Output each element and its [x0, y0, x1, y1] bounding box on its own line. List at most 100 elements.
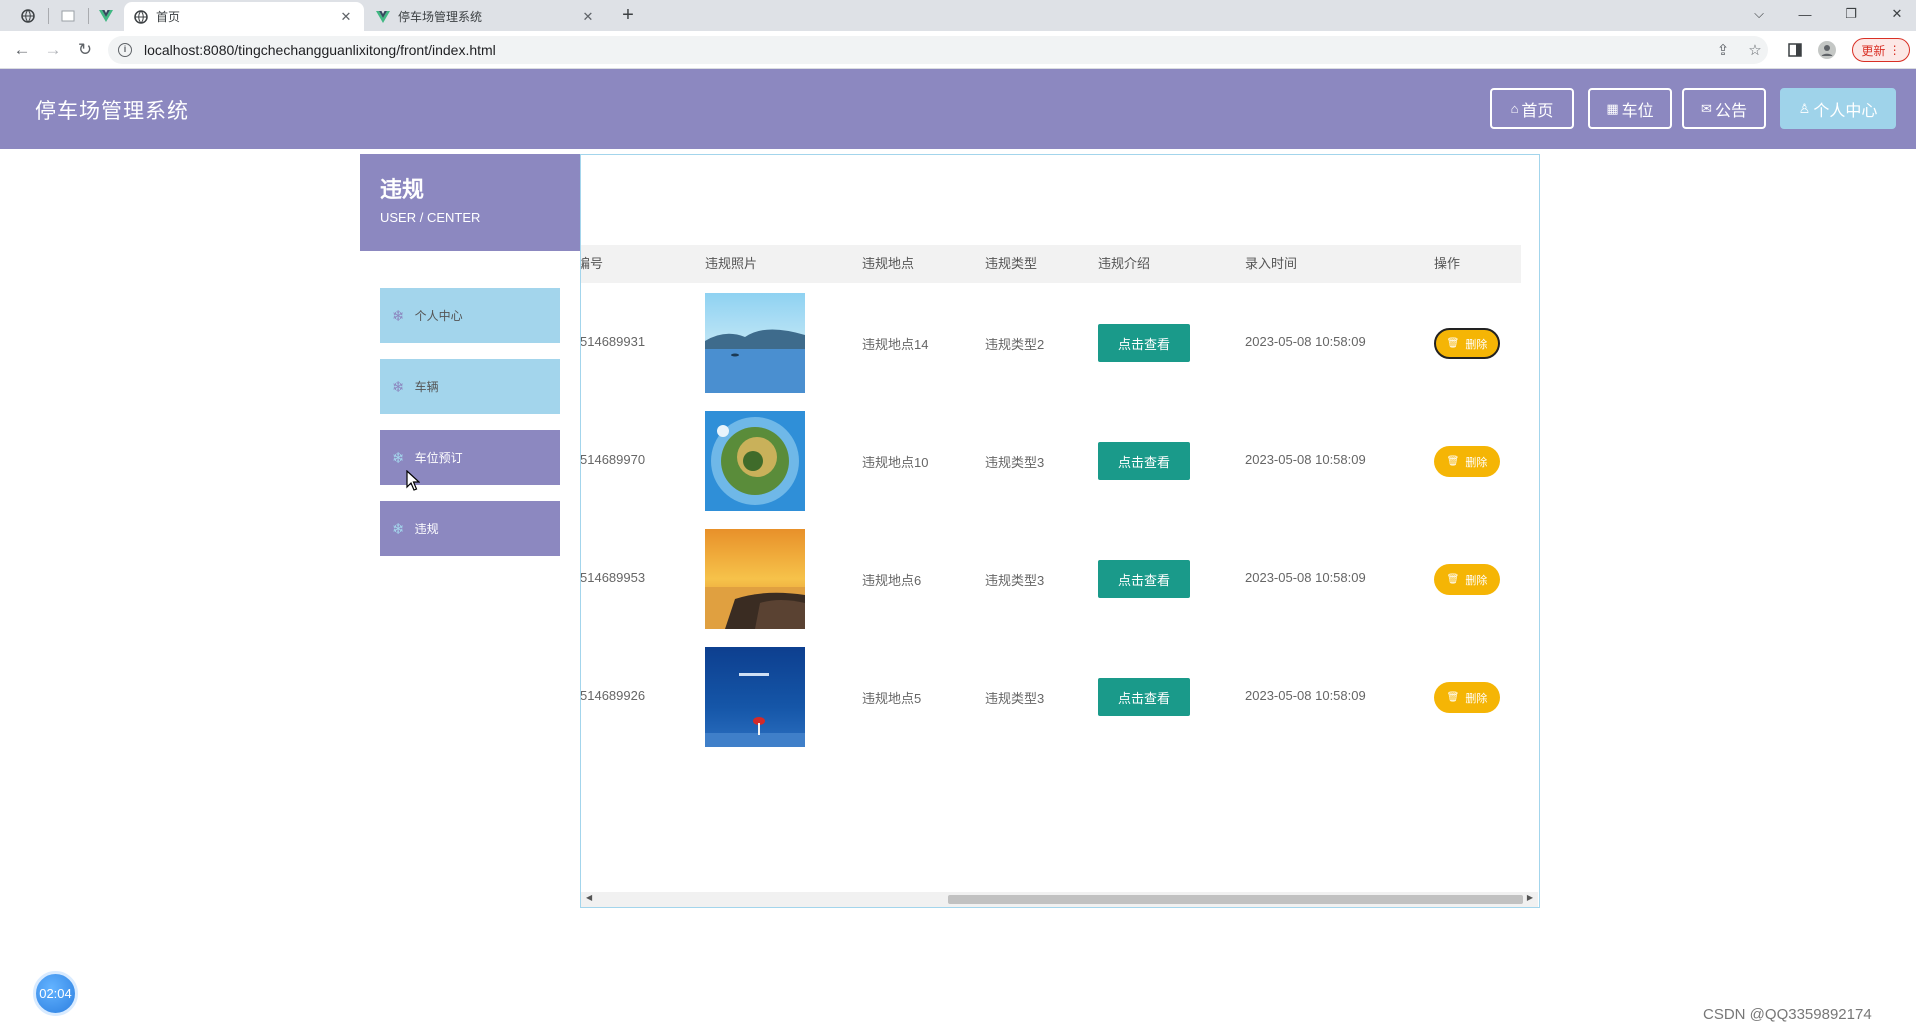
sidebar-item-violations[interactable]: ❄ 违规 — [380, 501, 560, 556]
delete-button[interactable]: 🗑 删除 — [1434, 564, 1500, 595]
table-row: 514689926 违规地点5 违规类型3 点击查看 2023-05-08 10… — [581, 637, 1521, 755]
view-detail-button[interactable]: 点击查看 — [1098, 678, 1190, 716]
cell-time: 2023-05-08 10:58:09 — [1245, 570, 1366, 585]
browser-tab-strip: 首页 ✕ 停车场管理系统 ✕ + ⌵ — ❐ ✕ — [0, 0, 1916, 31]
nav-user-center[interactable]: ♙ 个人中心 — [1780, 88, 1896, 129]
bookmark-star-icon[interactable]: ☆ — [1744, 39, 1766, 61]
update-label: 更新 — [1861, 43, 1886, 58]
cell-time: 2023-05-08 10:58:09 — [1245, 452, 1366, 467]
new-tab-button[interactable]: + — [616, 4, 640, 28]
table-row: 514689970 违规地点10 违规类型3 点击查看 2023-05-08 1… — [581, 401, 1521, 519]
table-row: 514689953 违规地点6 违规类型3 点击查看 2023-05-08 10… — [581, 519, 1521, 637]
delete-label: 删除 — [1465, 574, 1488, 587]
violation-photo[interactable] — [705, 647, 805, 747]
trash-icon: 🗑 — [1446, 692, 1460, 703]
mouse-cursor-icon — [406, 470, 420, 491]
recording-timer-badge[interactable]: 02:04 — [33, 971, 78, 1016]
column-header-intro: 违规介绍 — [1098, 256, 1151, 271]
reload-icon[interactable]: ↻ — [73, 38, 97, 62]
cell-type: 违规类型2 — [985, 337, 1045, 352]
column-header-time: 录入时间 — [1245, 256, 1298, 271]
delete-label: 删除 — [1465, 692, 1488, 705]
profile-icon[interactable] — [1816, 39, 1838, 61]
snowflake-icon: ❄ — [392, 520, 405, 538]
site-title: 停车场管理系统 — [35, 100, 189, 123]
update-button[interactable]: 更新 ⋮ — [1852, 38, 1910, 62]
cell-id: 514689970 — [580, 452, 646, 467]
cell-type: 违规类型3 — [985, 455, 1045, 470]
tab-home[interactable]: 首页 ✕ — [124, 2, 364, 31]
sidebar-item-label: 个人中心 — [414, 309, 463, 323]
globe-icon — [134, 9, 148, 24]
cell-type: 违规类型3 — [985, 691, 1045, 706]
nav-home-label: 首页 — [1521, 102, 1554, 120]
vue-icon — [99, 9, 113, 22]
cell-id: 514689931 — [580, 334, 646, 349]
pinned-tab-blank[interactable] — [56, 4, 80, 27]
scrollbar-thumb[interactable] — [948, 895, 1523, 904]
view-detail-button[interactable]: 点击查看 — [1098, 560, 1190, 598]
forward-icon[interactable]: → — [41, 38, 65, 62]
column-header-photo: 违规照片 — [705, 256, 758, 271]
close-tab-icon[interactable]: ✕ — [338, 9, 354, 25]
violation-photo[interactable] — [705, 529, 805, 629]
side-panel-icon[interactable] — [1784, 39, 1806, 61]
pinned-tab-vue[interactable] — [94, 4, 118, 27]
site-info-icon[interactable]: i — [118, 43, 132, 57]
snowflake-icon: ❄ — [392, 307, 405, 325]
column-header-actions: 操作 — [1434, 256, 1461, 271]
column-header-id: 编号 — [581, 256, 604, 271]
home-icon: ⌂ — [1510, 101, 1519, 116]
cell-location: 违规地点10 — [862, 455, 929, 470]
snowflake-icon: ❄ — [392, 378, 405, 396]
pinned-tab-globe[interactable] — [16, 4, 40, 27]
site-header: 停车场管理系统 ⌂ 首页 ▦ 车位 ✉ 公告 ♙ 个人中心 — [0, 69, 1916, 149]
delete-button[interactable]: 🗑 删除 — [1434, 446, 1500, 477]
tab-parking-system[interactable]: 停车场管理系统 ✕ — [366, 2, 606, 31]
nav-parking-label: 车位 — [1621, 102, 1654, 120]
nav-notice-label: 公告 — [1714, 102, 1747, 120]
cell-location: 违规地点14 — [862, 337, 929, 352]
trash-icon: 🗑 — [1446, 338, 1460, 349]
nav-user-center-label: 个人中心 — [1813, 102, 1878, 120]
table-row: 514689931 违规地点14 违规类型2 点击查看 2023-05-08 1… — [581, 283, 1521, 401]
cell-id: 514689953 — [580, 570, 646, 585]
sidebar-item-user-center[interactable]: ❄ 个人中心 — [380, 288, 560, 343]
view-detail-button[interactable]: 点击查看 — [1098, 442, 1190, 480]
vue-icon — [376, 10, 390, 23]
sidebar-subtitle: USER / CENTER — [380, 210, 481, 225]
sidebar-item-label: 车位预订 — [414, 451, 463, 465]
delete-button[interactable]: 🗑 删除 — [1434, 328, 1500, 359]
user-icon: ♙ — [1798, 100, 1811, 116]
violation-photo[interactable] — [705, 411, 805, 511]
cell-id: 514689926 — [580, 688, 646, 703]
blank-page-icon — [61, 10, 75, 21]
scroll-left-arrow-icon[interactable]: ◀ — [586, 893, 592, 902]
trash-icon: 🗑 — [1446, 456, 1460, 467]
minimize-icon[interactable]: — — [1782, 0, 1828, 28]
nav-notice[interactable]: ✉ 公告 — [1682, 88, 1766, 129]
table-header: 编号 违规照片 违规地点 违规类型 违规介绍 录入时间 操作 — [581, 245, 1521, 283]
address-bar[interactable]: i localhost:8080/tingchechangguanlixiton… — [108, 36, 1768, 64]
restore-icon[interactable]: ❐ — [1828, 0, 1874, 28]
cell-location: 违规地点6 — [862, 573, 922, 588]
delete-label: 删除 — [1465, 456, 1488, 469]
trash-icon: 🗑 — [1446, 574, 1460, 585]
sidebar-item-label: 车辆 — [414, 380, 439, 394]
globe-icon — [21, 8, 35, 23]
scroll-right-arrow-icon[interactable]: ▶ — [1527, 893, 1533, 902]
close-window-icon[interactable]: ✕ — [1874, 0, 1916, 28]
tab-search-icon[interactable]: ⌵ — [1736, 0, 1782, 28]
view-detail-button[interactable]: 点击查看 — [1098, 324, 1190, 362]
nav-home[interactable]: ⌂ 首页 — [1490, 88, 1574, 129]
watermark-text: CSDN @QQ3359892174 — [1703, 1006, 1872, 1023]
delete-button[interactable]: 🗑 删除 — [1434, 682, 1500, 713]
nav-parking[interactable]: ▦ 车位 — [1588, 88, 1672, 129]
violation-photo[interactable] — [705, 293, 805, 393]
sidebar-item-vehicles[interactable]: ❄ 车辆 — [380, 359, 560, 414]
share-icon[interactable]: ⇪ — [1712, 39, 1734, 61]
tab-title: 停车场管理系统 — [398, 10, 483, 24]
close-tab-icon[interactable]: ✕ — [580, 9, 596, 25]
horizontal-scrollbar[interactable]: ◀ ▶ — [581, 892, 1538, 907]
back-icon[interactable]: ← — [10, 38, 34, 62]
